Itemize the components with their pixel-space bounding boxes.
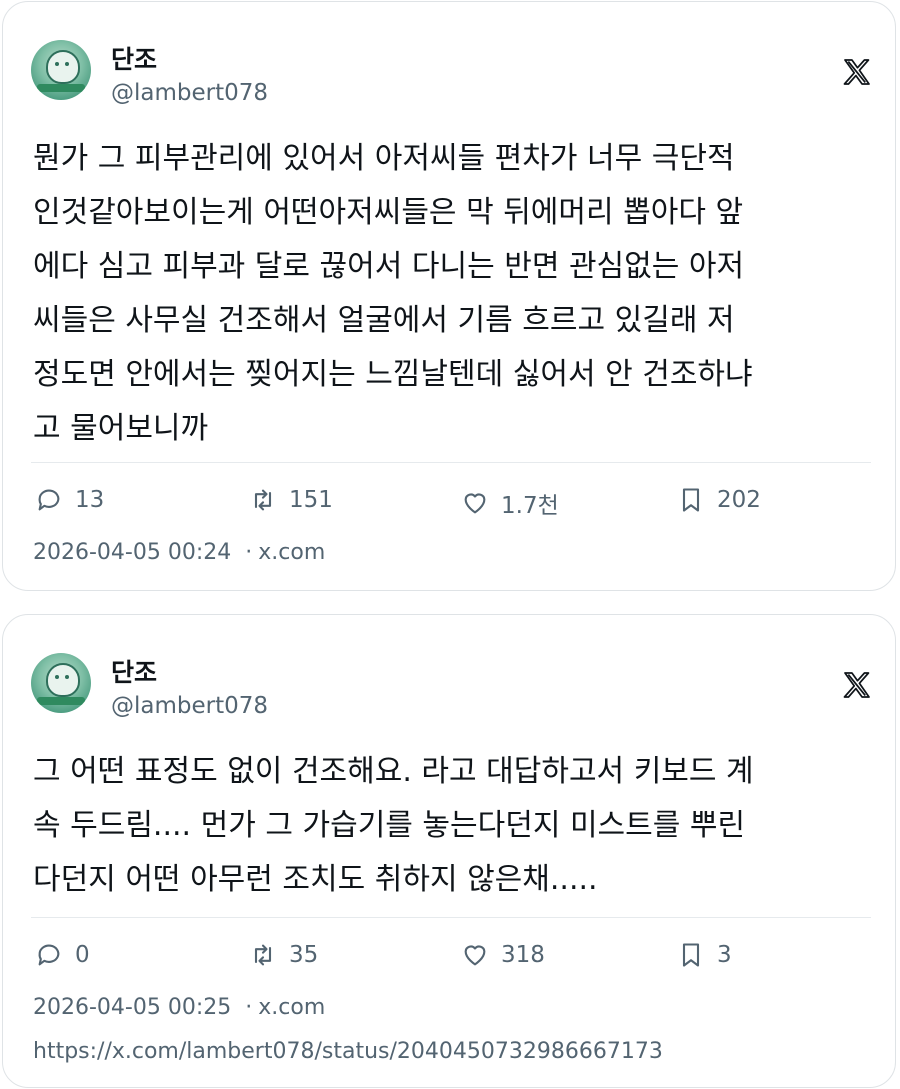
reply-icon: [38, 489, 60, 511]
divider: [31, 462, 871, 463]
like-button[interactable]: 1.7천: [461, 486, 559, 520]
separator-dot: ·: [245, 540, 253, 565]
avatar-banner: [37, 84, 85, 92]
bookmark-count: 3: [717, 942, 732, 968]
tweet-text: 뭔가 그 피부관리에 있어서 아저씨들 편차가 너무 극단적 인것같아보이는게 …: [33, 141, 753, 446]
bookmark-count: 202: [717, 487, 761, 513]
retweet-count: 35: [289, 942, 319, 968]
divider: [31, 917, 871, 918]
tweet-meta: 2026-04-05 00:25 · x.com: [33, 995, 325, 1020]
retweet-icon: [254, 489, 272, 511]
tweet-url[interactable]: https://x.com/lambert078/status/20404507…: [33, 1039, 663, 1064]
author-name[interactable]: 단조: [111, 40, 157, 76]
source[interactable]: x.com: [258, 540, 325, 565]
avatar[interactable]: [31, 653, 91, 713]
reply-button[interactable]: 0: [35, 941, 90, 969]
tweet-meta: 2026-04-05 00:24 · x.com: [33, 540, 325, 565]
like-button[interactable]: 318: [461, 941, 545, 969]
avatar-eye-left: [55, 675, 59, 679]
retweet-icon: [254, 944, 272, 966]
bookmark-icon: [682, 943, 700, 967]
heart-icon: [464, 945, 486, 966]
x-logo-icon[interactable]: [841, 669, 873, 701]
reply-count: 13: [75, 487, 105, 513]
timestamp[interactable]: 2026-04-05 00:24: [33, 540, 231, 565]
tweet-text: 그 어떤 표정도 없이 건조해요. 라고 대답하고서 키보드 계 속 두드림..…: [33, 754, 754, 897]
bookmark-button[interactable]: 3: [677, 941, 732, 969]
author-handle[interactable]: @lambert078: [111, 693, 268, 719]
like-count: 318: [501, 942, 545, 968]
retweet-button[interactable]: 151: [249, 486, 333, 514]
x-logo-icon[interactable]: [841, 56, 873, 88]
avatar-eye-left: [55, 62, 59, 66]
author-handle[interactable]: @lambert078: [111, 80, 268, 106]
retweet-button[interactable]: 35: [249, 941, 318, 969]
bookmark-icon: [682, 488, 700, 512]
heart-icon: [464, 493, 486, 514]
avatar-character: [46, 50, 80, 84]
separator-dot: ·: [245, 995, 253, 1020]
retweet-count: 151: [289, 487, 333, 513]
timestamp[interactable]: 2026-04-05 00:25: [33, 995, 231, 1020]
source[interactable]: x.com: [258, 995, 325, 1020]
reply-count: 0: [75, 942, 90, 968]
tweet-card-2[interactable]: 단조 @lambert078 그 어떤 표정도 없이 건조해요. 라고 대답하고…: [2, 614, 896, 1088]
author-name[interactable]: 단조: [111, 653, 157, 689]
avatar[interactable]: [31, 40, 91, 100]
avatar-eye-right: [65, 675, 69, 679]
avatar-character: [46, 663, 80, 697]
tweet-card-1[interactable]: 단조 @lambert078 뭔가 그 피부관리에 있어서 아저씨들 편차가 너…: [2, 1, 896, 591]
like-count: 1.7천: [501, 493, 559, 519]
reply-button[interactable]: 13: [35, 486, 104, 514]
bookmark-button[interactable]: 202: [677, 486, 761, 514]
avatar-eye-right: [65, 62, 69, 66]
avatar-banner: [37, 697, 85, 705]
reply-icon: [38, 944, 60, 966]
